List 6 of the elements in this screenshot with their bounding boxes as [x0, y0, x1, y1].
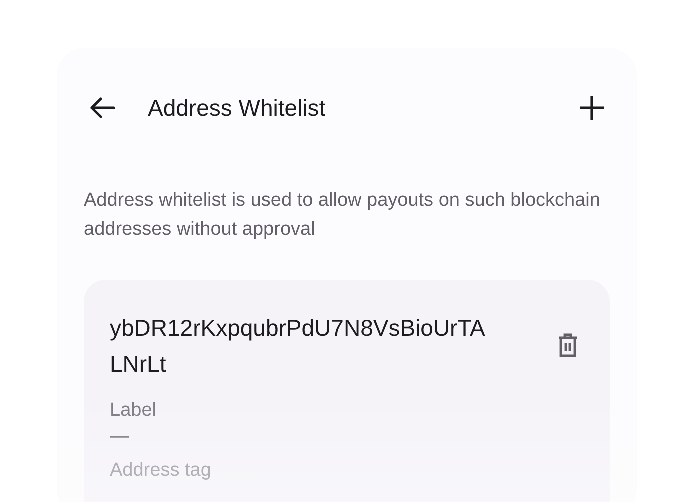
page-title: Address Whitelist — [148, 94, 327, 122]
field-value: — — [110, 426, 130, 448]
field-label: Address tag — [110, 460, 212, 482]
description-text: Address whitelist is used to allow payouts on such blockchain addresses without approval — [84, 189, 602, 242]
address-text: ybDR12rKxpqubrPdU7N8VsBioUrTALNrLt — [110, 314, 486, 379]
field-label: Label — [110, 400, 158, 422]
